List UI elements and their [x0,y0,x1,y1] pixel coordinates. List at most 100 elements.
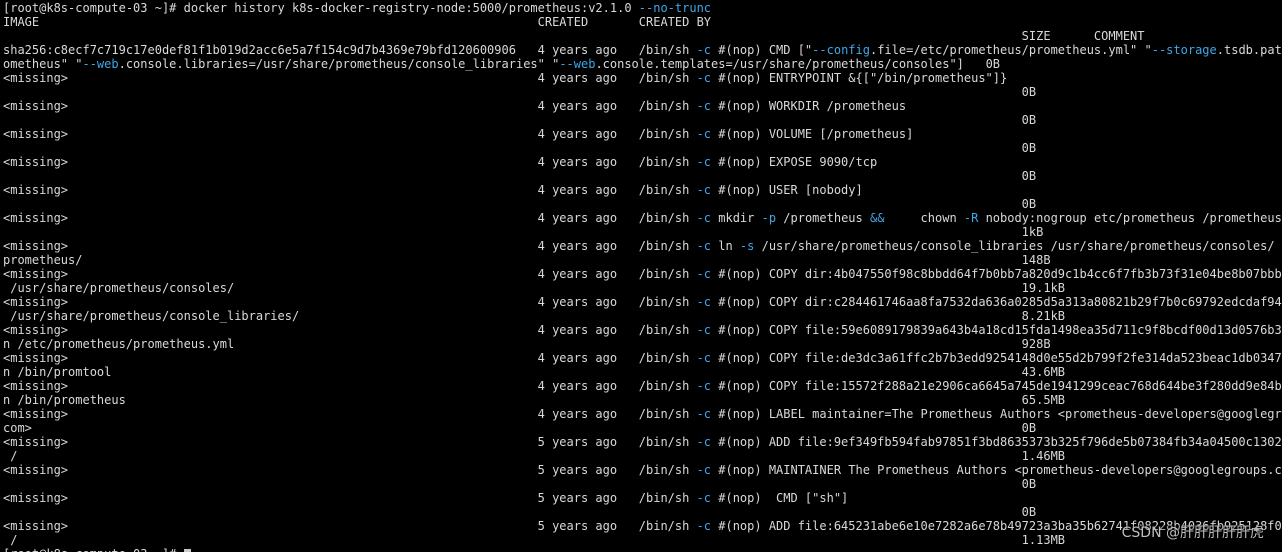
flag-text: -c [696,295,712,309]
line-text: .console.libraries=/usr/share/prometheus… [118,57,560,71]
line-text: SIZE COMMENT [3,29,1145,43]
line-text: IMAGE CREATED CREATED BY [3,15,712,29]
line-text: ln [711,239,740,253]
line-text: <missing> 4 years ago /bin/sh [3,407,697,421]
line-text: prometheus/ 148B [3,253,1051,267]
output-line: <missing> 5 years ago /bin/sh -c #(nop) … [3,519,1282,533]
line-text: ometheus" " [3,57,83,71]
flag-text: --web [82,57,119,71]
line-text: #(nop) COPY file:15572f288a21e2906ca6645… [711,379,1282,393]
flag-text: -c [696,211,712,225]
line-text: mkdir [711,211,762,225]
line-text: [root@k8s-compute-03 ~]# docker history … [3,1,639,15]
output-line: <missing> 4 years ago /bin/sh -c #(nop) … [3,323,1282,337]
line-text: <missing> 5 years ago /bin/sh [3,435,697,449]
flag-text: -c [696,267,712,281]
output-line: <missing> 4 years ago /bin/sh -c #(nop) … [3,99,906,113]
flag-text: -c [696,155,712,169]
csdn-watermark: CSDN @肝肝肝肝肝虎 [1121,525,1264,541]
output-line: ometheus" "--web.console.libraries=/usr/… [3,57,1000,71]
output-line: <missing> 4 years ago /bin/sh -c #(nop) … [3,127,913,141]
line-text: #(nop) MAINTAINER The Prometheus Authors… [711,463,1282,477]
flag-text: --web [559,57,596,71]
line-text: #(nop) LABEL maintainer=The Prometheus A… [711,407,1282,421]
output-line: <missing> 4 years ago /bin/sh -c #(nop) … [3,71,1007,85]
flag-text: -c [696,71,712,85]
output-line: <missing> 5 years ago /bin/sh -c #(nop) … [3,463,1282,477]
output-line: n /etc/prometheus/prometheus.yml 928B [3,337,1051,351]
output-line: <missing> 4 years ago /bin/sh -c #(nop) … [3,407,1282,421]
output-line: / 1.46MB [3,449,1065,463]
flag-text: -c [696,463,712,477]
line-text: 0B [3,477,1037,491]
output-line: <missing> 5 years ago /bin/sh -c #(nop) … [3,435,1282,449]
output-line: 0B [3,197,1036,211]
line-text: #(nop) COPY dir:4b047550f98c8bbdd64f7b0b… [711,267,1282,281]
flag-text: -c [696,43,712,57]
line-text: <missing> 4 years ago /bin/sh [3,239,697,253]
flag-text: -c [696,519,712,533]
flag-text: -c [696,239,712,253]
line-text: /usr/share/prometheus/consoles/ 19.1kB [3,281,1066,295]
line-text: #(nop) CMD [" [711,43,813,57]
output-line: <missing> 4 years ago /bin/sh -c #(nop) … [3,295,1282,309]
line-text: #(nop) VOLUME [/prometheus] [711,127,914,141]
flag-text: -s [739,239,755,253]
line-text: <missing> 4 years ago /bin/sh [3,323,697,337]
flag-text: -p [761,211,777,225]
line-text: 0B [3,141,1037,155]
line-text: <missing> 4 years ago /bin/sh [3,211,697,225]
line-text: #(nop) ENTRYPOINT &{["/bin/prometheus"]} [711,71,1008,85]
line-text: / 1.46MB [3,449,1066,463]
output-line: <missing> 4 years ago /bin/sh -c #(nop) … [3,379,1282,393]
output-line: n /bin/promtool 43.6MB [3,365,1065,379]
line-text: 0B [3,169,1037,183]
output-line: SIZE COMMENT [3,29,1145,43]
line-text: 0B [3,85,1037,99]
line-text: <missing> 4 years ago /bin/sh [3,127,697,141]
line-text: 0B [3,113,1037,127]
flag-text: -c [696,379,712,393]
flag-text: -c [696,323,712,337]
output-line: /usr/share/prometheus/console_libraries/… [3,309,1065,323]
flag-text: --config [812,43,870,57]
line-text: chown [884,211,964,225]
terminal-window[interactable]: [root@k8s-compute-03 ~]# docker history … [0,0,1282,552]
line-text: <missing> 4 years ago /bin/sh [3,295,697,309]
output-line: 0B [3,141,1036,155]
line-text: [root@k8s-compute-03 ~]# [3,547,184,552]
line-text: /usr/share/prometheus/console_libraries/… [3,309,1066,323]
flag-text: --storage [1151,43,1217,57]
line-text: 0B [3,197,1037,211]
output-line: IMAGE CREATED CREATED BY [3,15,711,29]
line-text: #(nop) CMD ["sh"] [711,491,849,505]
output-line: <missing> 4 years ago /bin/sh -c #(nop) … [3,351,1282,365]
output-line: 0B [3,477,1036,491]
output-line: com> 0B [3,421,1036,435]
flag-text: -c [696,351,712,365]
line-text: sha256:c8ecf7c719c17e0def81f1b019d2acc6e… [3,43,697,57]
line-text: 0B [3,505,1037,519]
output-line: <missing> 4 years ago /bin/sh -c #(nop) … [3,183,863,197]
line-text: #(nop) COPY dir:c284461746aa8fa7532da636… [711,295,1282,309]
flag-text: -c [696,435,712,449]
output-line: <missing> 4 years ago /bin/sh -c ln -s /… [3,239,1282,253]
line-text: <missing> 4 years ago /bin/sh [3,71,697,85]
output-line: <missing> 4 years ago /bin/sh -c mkdir -… [3,211,1282,225]
output-line: prometheus/ 148B [3,253,1051,267]
line-text: <missing> 4 years ago /bin/sh [3,379,697,393]
flag-text: --no-trunc [638,1,712,15]
flag-text: -c [696,127,712,141]
output-line: /usr/share/prometheus/consoles/ 19.1kB [3,281,1065,295]
output-line: 0B [3,85,1036,99]
line-text: /usr/share/prometheus/console_libraries … [754,239,1282,253]
line-text: n /bin/prometheus 65.5MB [3,393,1066,407]
output-line: 0B [3,505,1036,519]
prompt-line: [root@k8s-compute-03 ~]# [3,547,191,552]
output-line: 1kB [3,225,1044,239]
line-text: /prometheus [776,211,870,225]
flag-text: -c [696,99,712,113]
line-text: n /etc/prometheus/prometheus.yml 928B [3,337,1051,351]
output-line: <missing> 4 years ago /bin/sh -c #(nop) … [3,267,1282,281]
line-text: <missing> 4 years ago /bin/sh [3,267,697,281]
